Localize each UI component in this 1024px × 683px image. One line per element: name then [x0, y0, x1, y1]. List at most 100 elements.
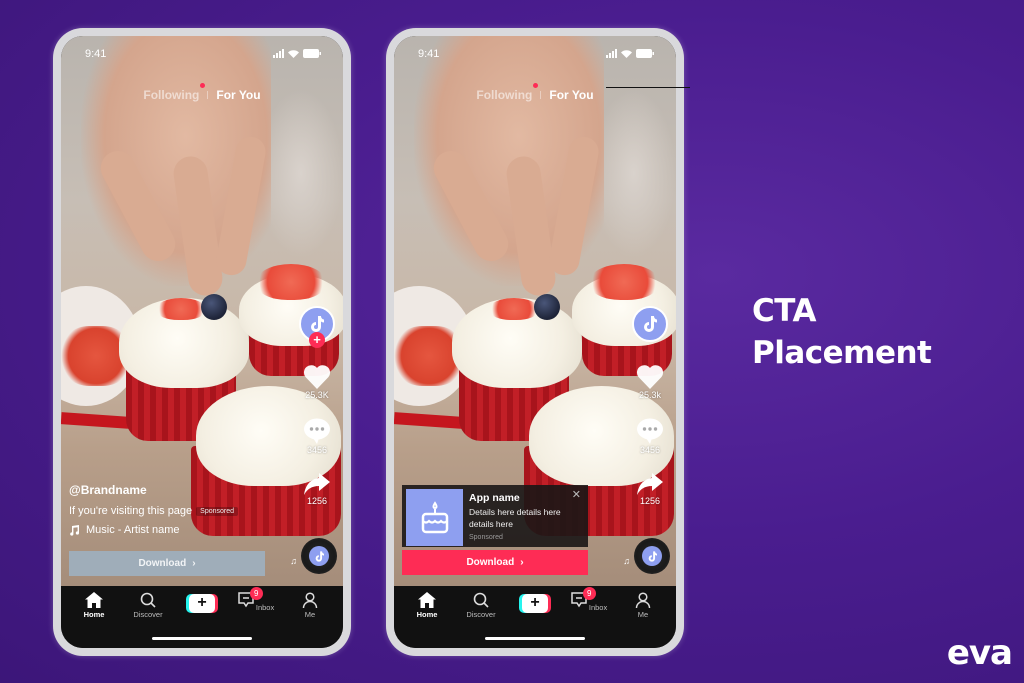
music-title: Music - Artist name [86, 524, 180, 536]
music-disc[interactable] [301, 538, 337, 574]
download-button-grey[interactable]: Download › [69, 551, 265, 576]
phone-screen: 9:41 Following For You + 25.3K 3456 1256… [61, 36, 343, 648]
feed-tabs: Following For You [61, 83, 343, 102]
feed-tabs: Following For You [394, 83, 676, 102]
tiktok-logo-icon [644, 316, 657, 332]
status-icons [606, 49, 654, 58]
share-count: 1256 [306, 496, 328, 506]
tiktok-logo-icon [315, 550, 324, 562]
like-button[interactable]: 25.3k [632, 364, 668, 400]
caption-text: If you're visiting this page [69, 505, 193, 517]
annotation-pointer-line [606, 87, 690, 88]
comment-button[interactable]: 3456 [299, 418, 335, 455]
strawberry-crumbs [589, 264, 659, 300]
bottom-navigation: Home Discover + 9 Inbox Me [61, 586, 343, 648]
heading-line-1: CTA [752, 293, 816, 329]
battery-icon [636, 49, 654, 58]
brandname-handle[interactable]: @Brandname [69, 483, 238, 497]
tab-following[interactable]: Following [143, 83, 206, 102]
nav-inbox-label: Inbox [588, 603, 608, 612]
profile-icon [302, 592, 318, 608]
download-label: Download [466, 557, 515, 568]
home-indicator [485, 637, 585, 640]
cake-icon [421, 500, 448, 533]
profile-icon [635, 592, 651, 608]
tab-following[interactable]: Following [476, 83, 539, 102]
like-count: 25.3K [305, 390, 329, 400]
signal-icon [273, 49, 284, 58]
disc-avatar [642, 546, 662, 566]
notification-dot [200, 83, 206, 88]
status-bar: 9:41 [85, 48, 321, 62]
like-count: 25.3k [638, 390, 662, 400]
strawberry-crumbs [156, 298, 206, 320]
sponsored-tag: Sponsored [196, 506, 239, 516]
music-disc[interactable] [634, 538, 670, 574]
heading-line-2: Placement [752, 335, 932, 371]
nav-inbox-label: Inbox [255, 603, 275, 612]
app-icon-thumbnail [406, 489, 463, 546]
ad-card[interactable]: App name Details here details here detai… [402, 485, 588, 547]
battery-icon [303, 49, 321, 58]
tab-for-you[interactable]: For You [549, 88, 593, 102]
nav-discover[interactable]: Discover [124, 592, 172, 619]
nav-discover-label: Discover [466, 610, 496, 619]
nav-me-label: Me [304, 610, 316, 619]
create-plus-button[interactable]: + [186, 594, 218, 613]
cta-placement-heading: CTA Placement [752, 290, 932, 374]
nav-home[interactable]: Home [403, 592, 451, 619]
music-note-icon [70, 524, 79, 536]
like-button[interactable]: 25.3K [299, 364, 335, 400]
ad-details: Details here details here details here [469, 507, 561, 529]
create-plus-button[interactable]: + [519, 594, 551, 613]
wifi-icon [621, 50, 632, 58]
floating-music-notes-icon: ♫ [290, 556, 297, 566]
status-time: 9:41 [85, 48, 107, 60]
download-button-red[interactable]: Download › [402, 550, 588, 575]
nav-inbox[interactable]: 9 Inbox [232, 587, 280, 619]
nav-me[interactable]: Me [619, 592, 667, 619]
comment-icon [304, 418, 330, 444]
chevron-right-icon: › [520, 557, 524, 568]
nav-create[interactable]: + [511, 592, 559, 619]
heart-icon [636, 365, 664, 389]
nav-me-label: Me [637, 610, 649, 619]
tab-for-you[interactable]: For You [216, 88, 260, 102]
search-icon [473, 592, 489, 608]
nav-create[interactable]: + [178, 592, 226, 619]
nav-home-label: Home [83, 610, 105, 619]
share-arrow-icon [637, 473, 663, 495]
nav-home-label: Home [416, 610, 438, 619]
home-icon [418, 592, 436, 608]
status-bar: 9:41 [418, 48, 654, 62]
home-indicator [152, 637, 252, 640]
plus-icon: + [189, 594, 215, 613]
music-line[interactable]: Music - Artist name [69, 524, 238, 536]
nav-inbox[interactable]: 9 Inbox [565, 587, 613, 619]
wifi-icon [288, 50, 299, 58]
status-icons [273, 49, 321, 58]
close-icon[interactable]: ✕ [572, 488, 581, 501]
nav-me[interactable]: Me [286, 592, 334, 619]
nav-home[interactable]: Home [70, 592, 118, 619]
nav-discover[interactable]: Discover [457, 592, 505, 619]
download-label: Download [138, 558, 187, 569]
phone-mockup-ad-card-cta: 9:41 Following For You 25.3k 3456 1256 A… [386, 28, 684, 656]
share-button[interactable]: 1256 [299, 473, 335, 506]
follow-plus-icon[interactable]: + [309, 332, 325, 348]
home-icon [85, 592, 103, 608]
share-button[interactable]: 1256 [632, 473, 668, 506]
creator-avatar[interactable]: + [299, 306, 335, 348]
tab-following-label: Following [476, 88, 533, 102]
creator-avatar[interactable] [632, 306, 668, 342]
phone-screen: 9:41 Following For You 25.3k 3456 1256 A… [394, 36, 676, 648]
plus-icon: + [522, 594, 548, 613]
comment-button[interactable]: 3456 [632, 418, 668, 455]
tiktok-logo-icon [648, 550, 657, 562]
bottom-navigation: Home Discover + 9 Inbox Me [394, 586, 676, 648]
ad-app-name: App name [469, 492, 520, 504]
disc-avatar [309, 546, 329, 566]
nav-discover-label: Discover [133, 610, 163, 619]
action-rail: 25.3k 3456 1256 [632, 306, 668, 506]
floating-music-notes-icon: ♫ [623, 556, 630, 566]
